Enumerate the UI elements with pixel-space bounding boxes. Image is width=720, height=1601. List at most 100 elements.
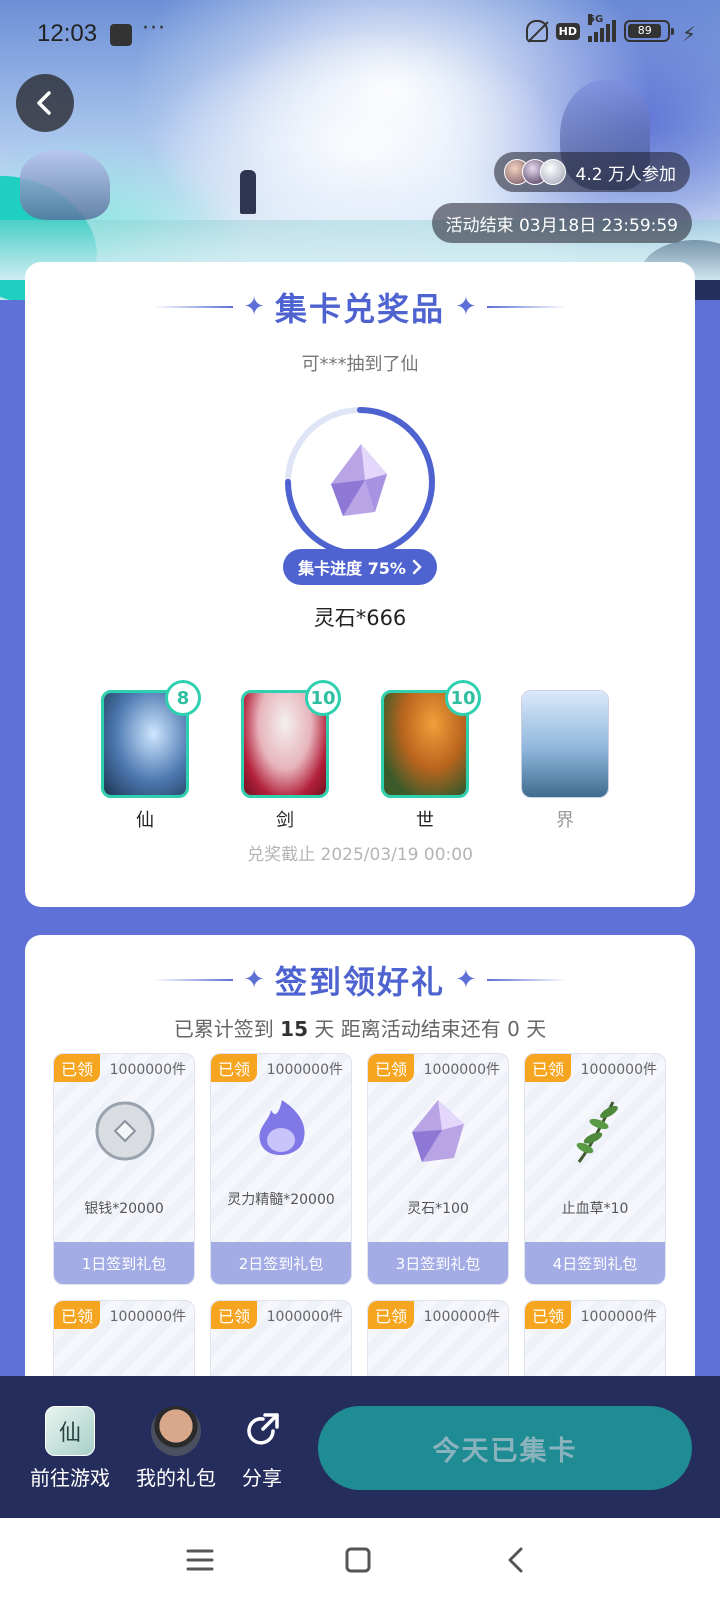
redeem-deadline: 兑奖截止 2025/03/19 00:00 bbox=[247, 845, 473, 865]
gift-quantity: 1000000件 bbox=[266, 1309, 343, 1325]
gift-quantity: 1000000件 bbox=[580, 1062, 657, 1078]
system-back-button[interactable] bbox=[495, 1540, 535, 1580]
card-count-badge: 10 bbox=[305, 680, 341, 716]
gift-quantity: 1000000件 bbox=[109, 1309, 186, 1325]
claimed-badge: 已领 bbox=[368, 1054, 414, 1082]
remaining-days-count: 0 bbox=[507, 1017, 520, 1041]
status-bar: 12:03 ··· HD 5G 89 ⚡ bbox=[0, 0, 720, 70]
sparkle-icon: ✦ bbox=[243, 965, 265, 995]
collect-cards-row: 8 仙 10 剑 10 世 界 bbox=[25, 680, 695, 840]
claimed-badge: 已领 bbox=[368, 1301, 414, 1329]
my-gifts-button[interactable]: 我的礼包 bbox=[134, 1406, 218, 1491]
signal-icon: 5G bbox=[588, 14, 616, 42]
spirit-essence-icon bbox=[259, 1100, 305, 1156]
share-label: 分享 bbox=[242, 1466, 282, 1490]
participant-avatars bbox=[503, 159, 570, 185]
participants-count: 4.2 万人参加 bbox=[575, 164, 676, 185]
card-label: 剑 bbox=[276, 810, 294, 831]
home-button[interactable] bbox=[338, 1540, 378, 1580]
gift-day-3[interactable]: 已领 1000000件 灵石*100 3日签到礼包 bbox=[367, 1053, 509, 1285]
go-to-game-button[interactable]: 前往游戏 bbox=[28, 1406, 112, 1491]
gift-pack-label: 3日签到礼包 bbox=[368, 1242, 508, 1284]
signin-summary: 已累计签到 15 天 距离活动结束还有 0 天 bbox=[25, 1013, 695, 1042]
signin-section-header: ✦ 签到领好礼 ✦ bbox=[25, 957, 695, 1003]
gift-day-4[interactable]: 已领 1000000件 止血草*10 4日签到礼包 bbox=[524, 1053, 666, 1285]
collect-card-section: ✦ 集卡兑奖品 ✦ 可***抽到了仙 集卡进度 75% 灵石*666 8 仙 1… bbox=[25, 262, 695, 907]
card-jian[interactable]: 10 剑 bbox=[241, 680, 341, 832]
sparkle-icon: ✦ bbox=[455, 965, 477, 995]
spirit-stone-icon bbox=[331, 444, 387, 516]
gift-quantity: 1000000件 bbox=[266, 1062, 343, 1078]
collect-section-header: ✦ 集卡兑奖品 ✦ bbox=[25, 284, 695, 330]
status-time: 12:03 bbox=[37, 20, 98, 47]
gift-quantity: 1000000件 bbox=[423, 1062, 500, 1078]
status-icons: HD 5G 89 bbox=[525, 14, 674, 42]
gift-quantity: 1000000件 bbox=[423, 1309, 500, 1325]
system-navigation-bar bbox=[0, 1518, 720, 1601]
claimed-badge: 已领 bbox=[211, 1054, 257, 1082]
back-icon bbox=[508, 1547, 523, 1573]
signin-days-count: 15 bbox=[280, 1017, 309, 1041]
chevron-left-icon bbox=[37, 91, 51, 115]
card-count-badge: 8 bbox=[165, 680, 201, 716]
spirit-stone-icon bbox=[412, 1100, 464, 1162]
silver-coin-icon bbox=[95, 1101, 155, 1161]
card-shi[interactable]: 10 世 bbox=[381, 680, 481, 832]
draw-ticker: 可***抽到了仙 bbox=[301, 354, 419, 375]
gift-name: 止血草*10 bbox=[561, 1201, 629, 1217]
menu-button[interactable] bbox=[180, 1540, 220, 1580]
charging-icon: ⚡ bbox=[681, 22, 696, 46]
gift-quantity: 1000000件 bbox=[109, 1062, 186, 1078]
card-count-badge: 10 bbox=[445, 680, 481, 716]
collect-progress-ring bbox=[285, 407, 435, 557]
go-to-game-label: 前往游戏 bbox=[30, 1466, 110, 1490]
mute-icon bbox=[525, 20, 548, 42]
avatar bbox=[539, 159, 566, 185]
network-type: 5G bbox=[588, 14, 604, 25]
signin-section-title: 签到领好礼 bbox=[274, 963, 445, 1001]
herb-icon bbox=[576, 1101, 618, 1163]
collect-progress-label: 集卡进度 75% bbox=[298, 559, 406, 578]
gift-name: 灵力精髓*20000 bbox=[227, 1192, 335, 1208]
claimed-badge: 已领 bbox=[525, 1054, 571, 1082]
more-notifications-icon: ··· bbox=[142, 16, 166, 41]
card-label: 仙 bbox=[136, 810, 154, 831]
card-label: 世 bbox=[416, 810, 434, 831]
chevron-right-icon bbox=[412, 559, 422, 575]
bottom-action-bar: 前往游戏 我的礼包 分享 今天已集卡 bbox=[0, 1376, 720, 1518]
card-art bbox=[522, 691, 608, 797]
menu-icon bbox=[186, 1549, 214, 1571]
hd-icon: HD bbox=[555, 22, 580, 40]
prize-name: 灵石*666 bbox=[313, 606, 407, 630]
title-divider bbox=[486, 979, 567, 981]
battery-level: 89 bbox=[628, 24, 662, 38]
collect-section-title: 集卡兑奖品 bbox=[274, 290, 445, 328]
my-gifts-label: 我的礼包 bbox=[136, 1466, 216, 1490]
gift-name: 银钱*20000 bbox=[84, 1201, 164, 1217]
claimed-badge: 已领 bbox=[54, 1301, 100, 1329]
gift-name: 灵石*100 bbox=[407, 1201, 469, 1217]
summary-middle: 天 距离活动结束还有 bbox=[314, 1017, 501, 1041]
card-jie[interactable]: 界 bbox=[521, 690, 609, 832]
sparkle-icon: ✦ bbox=[243, 292, 265, 322]
card-label: 界 bbox=[556, 810, 574, 831]
share-button[interactable]: 分享 bbox=[238, 1406, 286, 1491]
title-divider bbox=[486, 306, 567, 308]
gift-day-2[interactable]: 已领 1000000件 灵力精髓*20000 2日签到礼包 bbox=[210, 1053, 352, 1285]
gift-pack-label: 1日签到礼包 bbox=[54, 1242, 194, 1284]
game-icon bbox=[45, 1406, 95, 1456]
decor-floating-island bbox=[20, 150, 110, 220]
summary-prefix: 已累计签到 bbox=[173, 1017, 274, 1041]
gift-quantity: 1000000件 bbox=[580, 1309, 657, 1325]
collect-progress-button[interactable]: 集卡进度 75% bbox=[283, 549, 437, 585]
participants-badge: 4.2 万人参加 bbox=[493, 152, 690, 192]
back-button[interactable] bbox=[16, 74, 74, 132]
claimed-badge: 已领 bbox=[211, 1301, 257, 1329]
card-xian[interactable]: 8 仙 bbox=[101, 680, 201, 832]
claimed-badge: 已领 bbox=[525, 1301, 571, 1329]
title-divider bbox=[153, 306, 234, 308]
battery-icon: 89 bbox=[624, 20, 674, 42]
gift-day-1[interactable]: 已领 1000000件 银钱*20000 1日签到礼包 bbox=[53, 1053, 195, 1285]
today-checkin-button[interactable]: 今天已集卡 bbox=[318, 1406, 692, 1490]
gift-pack-label: 2日签到礼包 bbox=[211, 1242, 351, 1284]
